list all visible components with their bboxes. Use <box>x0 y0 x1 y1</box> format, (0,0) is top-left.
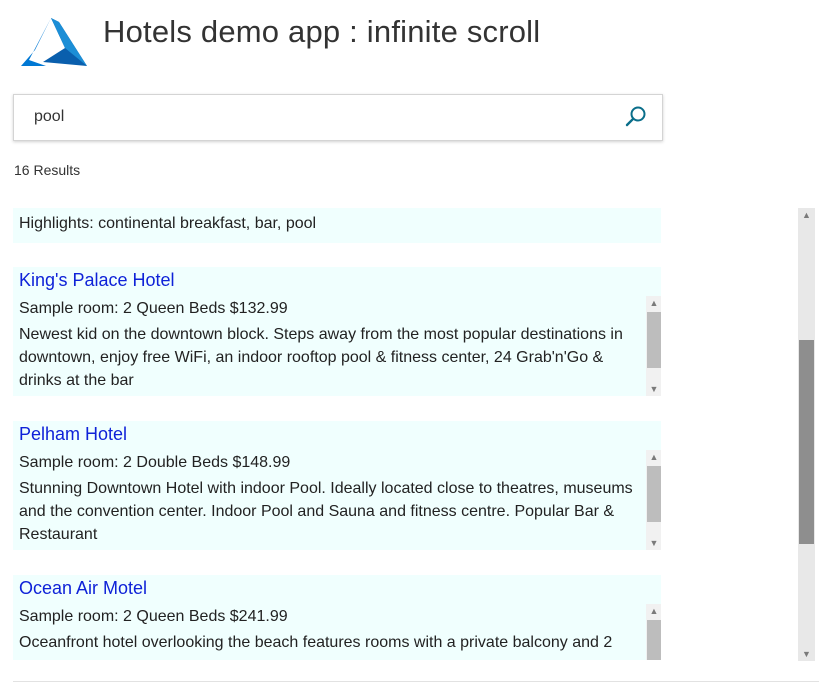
hotel-name-link[interactable]: Ocean Air Motel <box>19 578 147 599</box>
scrollbar-thumb[interactable] <box>647 620 661 660</box>
result-card: King's Palace Hotel Sample room: 2 Queen… <box>13 267 661 396</box>
description-area[interactable]: Newest kid on the downtown block. Steps … <box>19 323 643 395</box>
hotel-name-link[interactable]: King's Palace Hotel <box>19 270 175 291</box>
description-scrollbar[interactable]: ▲ ▼ <box>646 296 661 396</box>
result-card: Ocean Air Motel Sample room: 2 Queen Bed… <box>13 575 661 660</box>
sample-room: Sample room: 2 Queen Beds $241.99 <box>19 608 288 625</box>
result-card: Highlights: continental breakfast, bar, … <box>13 208 661 243</box>
hotel-description: Stunning Downtown Hotel with indoor Pool… <box>19 480 633 543</box>
description-scrollbar[interactable]: ▲ ▼ <box>646 604 661 660</box>
scroll-down-icon[interactable]: ▼ <box>646 536 661 550</box>
azure-logo-icon <box>21 18 87 66</box>
search-box <box>13 94 663 141</box>
hotel-description: Newest kid on the downtown block. Steps … <box>19 326 623 389</box>
scroll-up-icon[interactable]: ▲ <box>646 604 661 618</box>
hotel-description: Oceanfront hotel overlooking the beach f… <box>19 634 613 651</box>
scroll-up-icon[interactable]: ▲ <box>646 450 661 464</box>
search-icon[interactable] <box>624 105 648 129</box>
scrollbar-thumb[interactable] <box>647 312 661 368</box>
results-scrollbar[interactable]: ▲ ▼ <box>798 208 815 661</box>
description-area[interactable]: Oceanfront hotel overlooking the beach f… <box>19 631 643 660</box>
scrollbar-thumb[interactable] <box>647 466 661 522</box>
scroll-up-icon[interactable]: ▲ <box>646 296 661 310</box>
scroll-up-icon[interactable]: ▲ <box>798 208 815 222</box>
description-area[interactable]: Stunning Downtown Hotel with indoor Pool… <box>19 477 643 549</box>
scrollbar-thumb[interactable] <box>799 340 814 544</box>
results-count: 16 Results <box>14 162 81 178</box>
scroll-down-icon[interactable]: ▼ <box>646 382 661 396</box>
sample-room: Sample room: 2 Double Beds $148.99 <box>19 454 291 471</box>
description-scrollbar[interactable]: ▲ ▼ <box>646 450 661 550</box>
search-input[interactable] <box>34 105 594 129</box>
card-highlights: Highlights: continental breakfast, bar, … <box>19 215 317 232</box>
hotel-name-link[interactable]: Pelham Hotel <box>19 424 127 445</box>
result-card: Pelham Hotel Sample room: 2 Double Beds … <box>13 421 661 550</box>
results-list[interactable]: Highlights: continental breakfast, bar, … <box>12 208 664 660</box>
sample-room: Sample room: 2 Queen Beds $132.99 <box>19 300 288 317</box>
app-title: Hotels demo app : infinite scroll <box>103 14 541 49</box>
divider <box>13 681 819 682</box>
scroll-down-icon[interactable]: ▼ <box>798 647 815 661</box>
